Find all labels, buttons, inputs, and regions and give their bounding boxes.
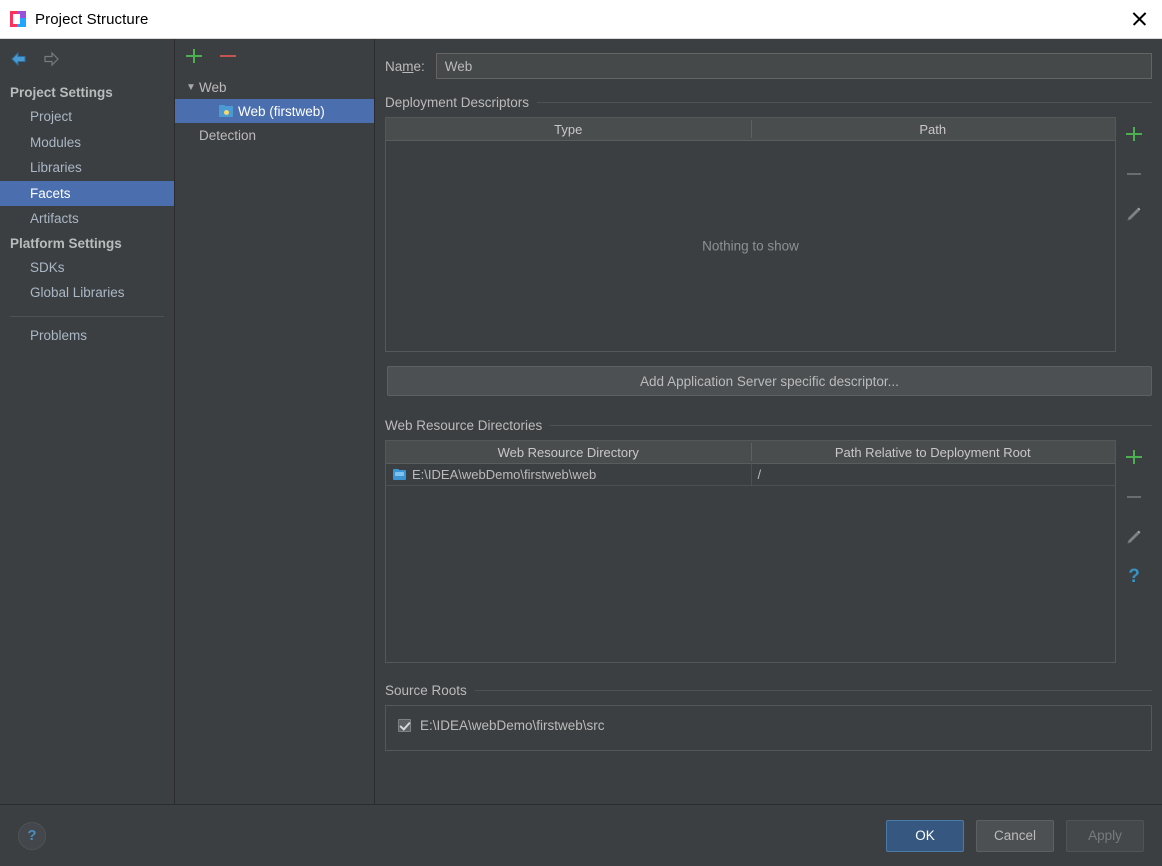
- settings-sidebar: Project Settings Project Modules Librari…: [0, 39, 175, 804]
- question-icon: ?: [27, 827, 37, 844]
- close-button[interactable]: [1116, 0, 1162, 37]
- sidebar-item-facets[interactable]: Facets: [0, 180, 174, 207]
- table-row[interactable]: E:\IDEA\webDemo\firstweb\web /: [386, 464, 1115, 486]
- add-facet-button[interactable]: [185, 47, 203, 65]
- source-roots-list: E:\IDEA\webDemo\firstweb\src: [385, 705, 1152, 751]
- facet-tree-panel: ▼ Web Web (firstweb) Detection: [175, 39, 375, 804]
- sidebar-item-problems[interactable]: Problems: [0, 323, 174, 349]
- column-header-web-resource-directory[interactable]: Web Resource Directory: [386, 441, 751, 463]
- apply-button[interactable]: Apply: [1066, 819, 1144, 852]
- table-header: Type Path: [386, 118, 1115, 141]
- section-rule: [474, 690, 1152, 691]
- sidebar-item-global-libraries[interactable]: Global Libraries: [0, 280, 174, 306]
- name-row: Name:: [385, 53, 1152, 79]
- sidebar-item-sdks[interactable]: SDKs: [0, 255, 174, 281]
- table-body: E:\IDEA\webDemo\firstweb\web /: [386, 464, 1115, 662]
- web-resource-directories-header: Web Resource Directories: [385, 418, 1152, 433]
- source-root-checkbox[interactable]: [398, 718, 411, 732]
- help-button[interactable]: ?: [18, 821, 46, 850]
- name-input[interactable]: [435, 53, 1152, 79]
- sidebar-item-project[interactable]: Project: [0, 104, 174, 130]
- sidebar-group-project-settings: Project Settings: [10, 85, 113, 100]
- section-rule: [537, 102, 1152, 103]
- ok-button[interactable]: OK: [886, 819, 964, 852]
- facet-tree: ▼ Web Web (firstweb) Detection: [175, 73, 374, 147]
- sidebar-item-artifacts[interactable]: Artifacts: [0, 206, 174, 232]
- title-bar: Project Structure: [0, 0, 1162, 39]
- deployment-descriptors-area: Type Path Nothing to show: [385, 117, 1152, 352]
- section-label: Web Resource Directories: [385, 418, 543, 433]
- web-resource-directories-toolbar: ?: [1116, 440, 1152, 663]
- back-arrow-icon[interactable]: [10, 51, 28, 67]
- sidebar-item-modules[interactable]: Modules: [0, 130, 174, 156]
- source-roots-header: Source Roots: [385, 683, 1152, 698]
- dialog-footer: ? OK Cancel Apply: [0, 804, 1162, 866]
- edit-web-resource-button[interactable]: [1125, 528, 1143, 546]
- sidebar-list: Project Settings Project Modules Librari…: [0, 79, 174, 348]
- tree-node-label: Detection: [199, 127, 257, 143]
- source-root-label: E:\IDEA\webDemo\firstweb\src: [420, 717, 605, 733]
- tree-node-label: Web: [199, 79, 227, 95]
- column-header-type[interactable]: Type: [386, 118, 751, 140]
- column-header-path-relative[interactable]: Path Relative to Deployment Root: [750, 441, 1116, 463]
- web-resource-help-button[interactable]: ?: [1125, 567, 1143, 586]
- remove-web-resource-button[interactable]: [1125, 488, 1143, 506]
- chevron-down-icon[interactable]: ▼: [183, 82, 199, 93]
- remove-facet-button[interactable]: [219, 47, 237, 65]
- cancel-button[interactable]: Cancel: [976, 819, 1054, 852]
- table-body: Nothing to show: [386, 141, 1115, 351]
- forward-arrow-icon[interactable]: [42, 51, 60, 67]
- deployment-descriptors-header: Deployment Descriptors: [385, 95, 1152, 110]
- column-header-path[interactable]: Path: [750, 118, 1116, 140]
- tree-node-detection[interactable]: Detection: [175, 123, 374, 147]
- remove-descriptor-button[interactable]: [1125, 165, 1143, 183]
- tree-node-web-firstweb[interactable]: Web (firstweb): [175, 99, 374, 123]
- deployment-descriptors-toolbar: [1116, 117, 1152, 352]
- section-label: Deployment Descriptors: [385, 95, 530, 110]
- window-title: Project Structure: [35, 10, 149, 28]
- intellij-idea-icon: [10, 11, 26, 27]
- sidebar-divider: [10, 315, 164, 317]
- add-descriptor-button[interactable]: [1125, 125, 1143, 143]
- source-root-item[interactable]: E:\IDEA\webDemo\firstweb\src: [386, 714, 1151, 736]
- tree-node-web-group[interactable]: ▼ Web: [175, 75, 374, 99]
- sidebar-item-libraries[interactable]: Libraries: [0, 155, 174, 181]
- edit-descriptor-button[interactable]: [1125, 205, 1143, 223]
- dialog-body: Project Settings Project Modules Librari…: [0, 39, 1162, 804]
- section-rule: [550, 425, 1152, 426]
- cell-directory: E:\IDEA\webDemo\firstweb\web: [386, 464, 751, 485]
- add-web-resource-button[interactable]: [1125, 448, 1143, 466]
- name-label: Name:: [385, 58, 425, 74]
- tree-node-label: Web (firstweb): [238, 103, 325, 119]
- close-icon: [1132, 11, 1147, 26]
- cell-relative-path: /: [750, 464, 1116, 485]
- web-resource-directories-table[interactable]: Web Resource Directory Path Relative to …: [385, 440, 1116, 663]
- facet-settings-panel: Name: Deployment Descriptors Type Path N…: [375, 39, 1162, 804]
- sidebar-group-platform-settings: Platform Settings: [10, 235, 122, 251]
- navigation-arrows: [0, 39, 174, 79]
- folder-icon: [393, 469, 406, 480]
- table-header: Web Resource Directory Path Relative to …: [386, 441, 1115, 464]
- web-facet-icon: [219, 105, 233, 117]
- empty-state-message: Nothing to show: [702, 238, 799, 254]
- deployment-descriptors-table[interactable]: Type Path Nothing to show: [385, 117, 1116, 352]
- section-label: Source Roots: [385, 683, 467, 698]
- cell-text: E:\IDEA\webDemo\firstweb\web: [412, 467, 597, 482]
- web-resource-directories-area: Web Resource Directory Path Relative to …: [385, 440, 1152, 663]
- project-structure-dialog: Project Structure Project Settings Proje…: [0, 0, 1162, 866]
- facet-tree-toolbar: [175, 39, 374, 73]
- add-application-server-descriptor-button[interactable]: Add Application Server specific descript…: [387, 366, 1152, 396]
